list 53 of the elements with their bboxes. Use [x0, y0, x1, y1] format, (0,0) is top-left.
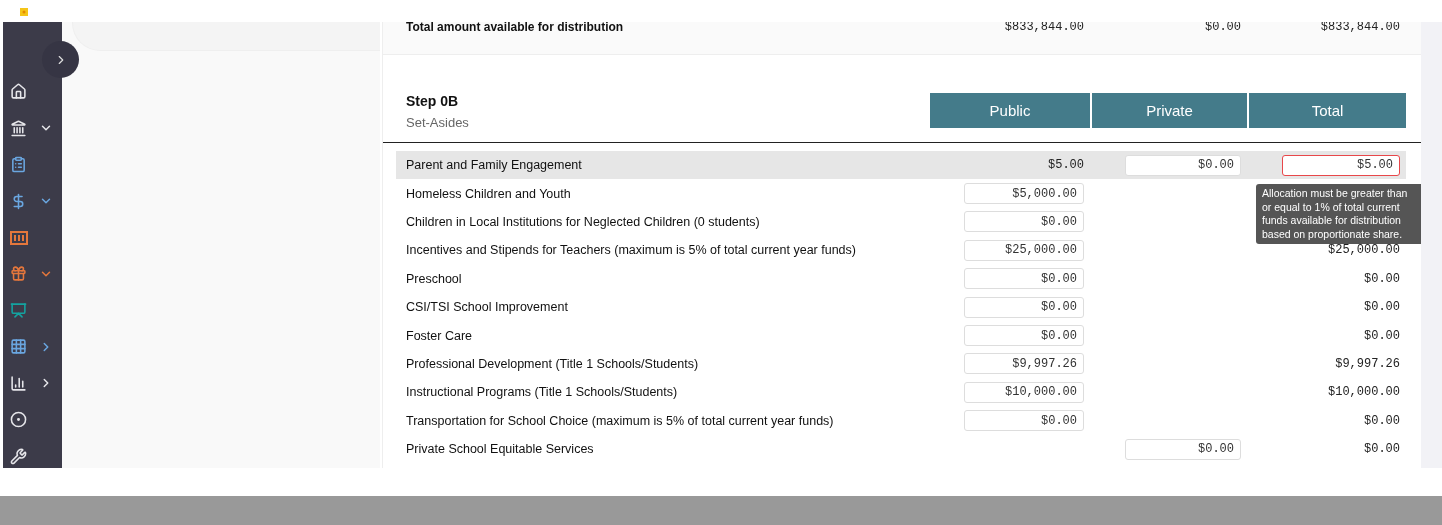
amount-text: $25,000.00 — [1328, 243, 1400, 258]
row-label: CSI/TSI School Improvement — [405, 300, 569, 315]
home-icon[interactable] — [10, 83, 27, 101]
amount-field[interactable]: $0.00 — [1125, 438, 1241, 460]
amount-field[interactable]: $25,000.00 — [964, 239, 1084, 261]
row-label: Incentives and Stipends for Teachers (maximum is 5% of total current year funds) — [405, 243, 857, 258]
amount-field[interactable]: $0.00 — [964, 325, 1084, 347]
list-icon[interactable] — [10, 156, 27, 174]
gift-icon[interactable] — [10, 265, 27, 283]
amount-text: $0.00 — [1364, 300, 1400, 315]
row-label: Transportation for School Choice (maximum is 5% of total current year funds) — [405, 413, 835, 428]
amount-text: $0.00 — [1205, 22, 1241, 32]
amount-text: $833,844.00 — [1320, 22, 1400, 32]
amount-field[interactable]: $0.00 — [964, 410, 1084, 432]
amount-text: $0.00 — [1364, 413, 1400, 428]
summary-label: Total amount available for distribution — [405, 22, 625, 32]
amount-field[interactable]: $5,000.00 — [964, 183, 1084, 205]
amount-text: $5.00 — [1048, 158, 1084, 173]
row-label: Children in Local Institutions for Neglected Children (0 students) — [405, 214, 761, 229]
counter-icon[interactable] — [10, 230, 28, 245]
amount-text: $833,844.00 — [1004, 22, 1084, 32]
amount-text: $0.00 — [1364, 328, 1400, 343]
wrench-icon[interactable] — [10, 447, 27, 465]
row-label: Instructional Programs (Title 1 Schools/Students) — [405, 385, 679, 400]
grid-icon[interactable] — [10, 338, 27, 356]
row-label: Parent and Family Engagement — [405, 158, 583, 173]
row-label: Homeless Children and Youth — [405, 186, 572, 201]
column-header: Private — [1092, 93, 1247, 128]
step-title: Step 0B — [406, 93, 460, 109]
amount-field[interactable]: $5.00 — [1282, 154, 1400, 176]
row-label: Preschool — [405, 271, 463, 286]
amount-text: $0.00 — [1364, 271, 1400, 286]
amount-text: $0.00 — [1364, 442, 1400, 457]
column-header: Public — [930, 93, 1090, 128]
bank-icon[interactable] — [10, 119, 27, 137]
app-logo-icon — [20, 6, 28, 16]
amount-field[interactable]: $10,000.00 — [964, 381, 1084, 403]
row-label: Foster Care — [405, 328, 473, 343]
row-label: Professional Development (Title 1 Schools/Students) — [405, 356, 700, 371]
amount-field[interactable]: $0.00 — [964, 211, 1084, 233]
amount-field[interactable]: $0.00 — [964, 268, 1084, 290]
column-header: Total — [1249, 93, 1406, 128]
amount-text: $10,000.00 — [1328, 385, 1400, 400]
amount-field[interactable]: $0.00 — [964, 296, 1084, 318]
amount-field[interactable]: $0.00 — [1125, 154, 1241, 176]
amount-field[interactable]: $9,997.26 — [964, 353, 1084, 375]
presentation-icon[interactable] — [10, 301, 27, 319]
step-subtitle: Set-Asides — [406, 115, 470, 130]
validation-tooltip: Allocation must be greater than or equal to 1% of total current funds available for distribution based on proportionate share. — [1256, 184, 1421, 244]
bar-chart-icon[interactable] — [10, 374, 27, 392]
amount-text: $9,997.26 — [1335, 356, 1400, 371]
target-icon[interactable] — [10, 411, 27, 429]
row-label: Private School Equitable Services — [405, 442, 595, 457]
